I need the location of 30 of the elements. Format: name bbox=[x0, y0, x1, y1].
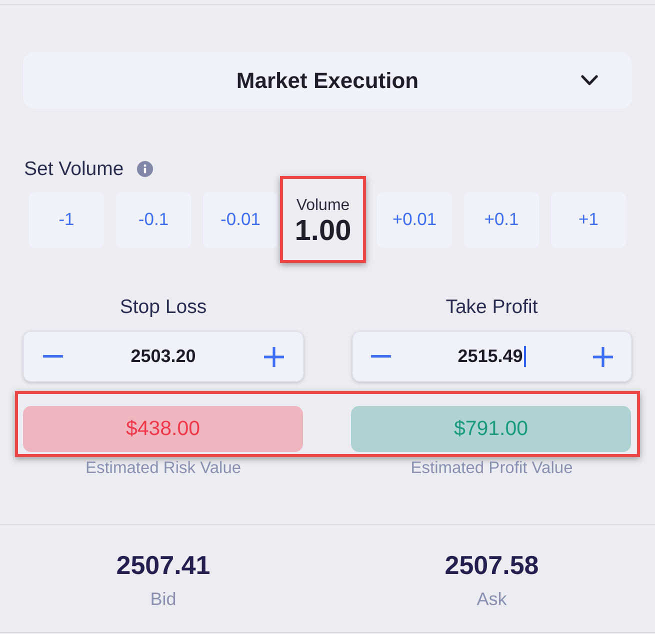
volume-step-button[interactable]: +1 bbox=[551, 192, 626, 248]
volume-step-button[interactable]: +0.1 bbox=[464, 192, 539, 248]
minus-icon bbox=[42, 355, 62, 358]
price-stepper[interactable]: 2515.49 bbox=[352, 331, 632, 382]
field-label: Take Profit bbox=[446, 295, 538, 319]
volume-value: 1.00 bbox=[294, 214, 352, 246]
price-stepper[interactable]: 2503.20 bbox=[23, 331, 304, 382]
risk-value-badge: $438.00 bbox=[23, 406, 303, 452]
quote-price: 2507.58 bbox=[444, 550, 539, 580]
volume-step-button[interactable]: +0.01 bbox=[377, 192, 452, 248]
quote-price: 2507.41 bbox=[116, 550, 210, 580]
estimate-caption: Estimated Risk Value bbox=[85, 458, 242, 478]
order-type-dropdown[interactable]: Market Execution bbox=[23, 52, 632, 109]
quote-label: Ask bbox=[476, 588, 507, 611]
price-input[interactable]: 2515.49 bbox=[410, 332, 574, 381]
volume-step-button[interactable]: -1 bbox=[29, 192, 104, 248]
minus-icon bbox=[371, 355, 391, 358]
info-icon bbox=[136, 161, 153, 177]
volume-label: Volume bbox=[296, 196, 350, 214]
chevron-down-icon bbox=[581, 75, 598, 86]
field-label: Stop Loss bbox=[120, 295, 207, 319]
volume-step-button[interactable]: -0.1 bbox=[116, 192, 191, 248]
price-input[interactable]: 2503.20 bbox=[81, 332, 246, 381]
estimate-caption: Estimated Profit Value bbox=[410, 458, 573, 478]
plus-icon bbox=[264, 346, 284, 366]
volume-step-button[interactable]: -0.01 bbox=[203, 192, 278, 248]
plus-icon bbox=[592, 346, 612, 366]
set-volume-label: Set Volume bbox=[24, 157, 124, 181]
quote-label: Bid bbox=[150, 588, 176, 611]
profit-value-badge: $791.00 bbox=[351, 406, 631, 452]
